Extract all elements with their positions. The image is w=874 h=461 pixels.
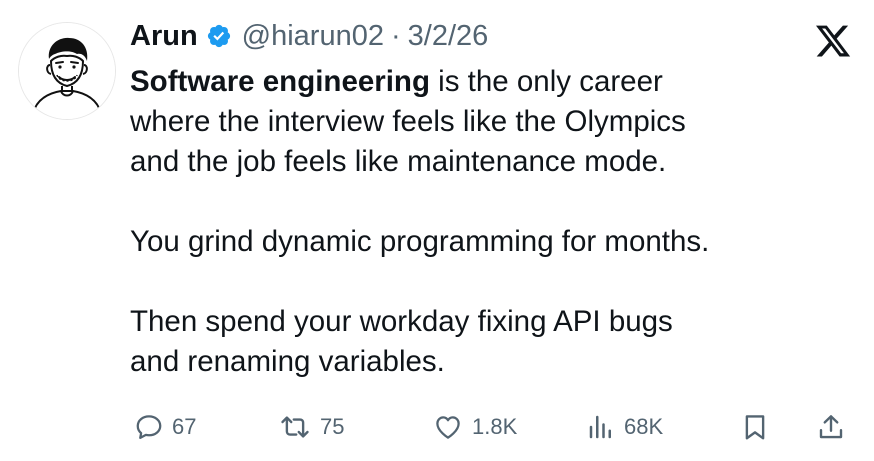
- tweet-bold-phrase: Software engineering: [130, 65, 430, 98]
- avatar-illustration-icon: [19, 23, 115, 119]
- like-icon: [436, 416, 460, 439]
- repost-icon: [281, 416, 309, 438]
- verified-badge-icon: [206, 23, 232, 49]
- like-count: 1.8K: [472, 414, 518, 439]
- tweet-date[interactable]: 3/2/26: [408, 21, 489, 51]
- views-icon: [589, 415, 611, 439]
- tweet-card: Arun @hiarun02 · 3/2/26 Software enginee…: [0, 0, 874, 461]
- repost-count: 75: [320, 414, 345, 439]
- tweet-line: and renaming variables.: [130, 345, 445, 378]
- tweet-line: where the interview feels like the Olymp…: [130, 105, 686, 138]
- tweet-line: You grind dynamic programming for months…: [130, 225, 710, 258]
- author-handle[interactable]: @hiarun02: [242, 21, 384, 51]
- like-button[interactable]: 1.8K: [432, 404, 517, 450]
- author-name[interactable]: Arun: [130, 21, 198, 51]
- action-bar: 67 75 1.8K 68K: [130, 404, 850, 450]
- reply-button[interactable]: 67: [134, 404, 196, 450]
- views-count: 68K: [624, 414, 664, 439]
- bookmark-button[interactable]: [740, 404, 770, 450]
- tweet-text: Software engineering is the only career …: [130, 62, 850, 382]
- tweet-line: Software engineering is the only career: [130, 62, 850, 102]
- repost-button[interactable]: 75: [278, 404, 344, 450]
- share-icon: [819, 415, 843, 439]
- share-button[interactable]: [816, 404, 846, 450]
- tweet-line-rest: is the only career: [429, 65, 663, 98]
- bookmark-icon: [745, 415, 765, 440]
- reply-count: 67: [172, 414, 197, 439]
- tweet-line: and the job feels like maintenance mode.: [130, 145, 667, 178]
- reply-icon: [136, 415, 162, 439]
- header-separator: ·: [390, 19, 401, 52]
- x-logo-icon[interactable]: [813, 22, 853, 60]
- tweet-line: Then spend your workday fixing API bugs: [130, 305, 673, 338]
- avatar[interactable]: [18, 22, 116, 120]
- tweet-header: Arun @hiarun02 · 3/2/26: [130, 14, 488, 58]
- views-button[interactable]: 68K: [586, 404, 663, 450]
